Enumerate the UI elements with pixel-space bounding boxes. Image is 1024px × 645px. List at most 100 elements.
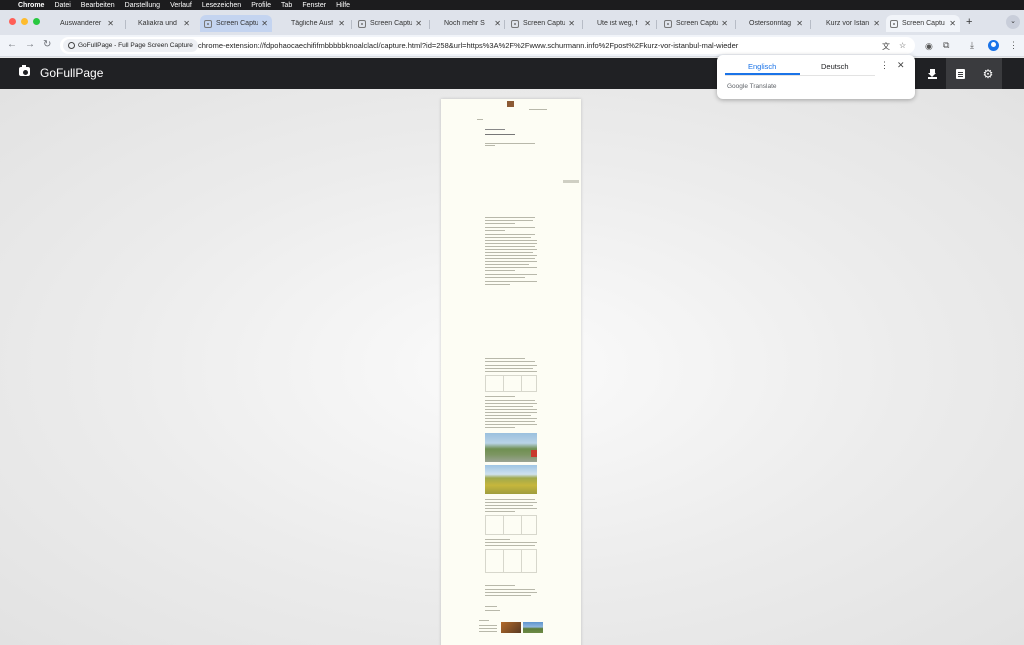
new-tab-button[interactable]: + — [966, 16, 972, 28]
close-tab-icon[interactable]: ✕ — [721, 19, 728, 28]
tab-title: Ute ist weg, f — [597, 20, 638, 27]
tab-11[interactable]: Kurz vor Istan ✕ — [822, 15, 884, 32]
reload-button[interactable]: ↻ — [43, 39, 51, 50]
captured-page-image[interactable] — [441, 99, 581, 645]
menu-hilfe[interactable]: Hilfe — [336, 2, 350, 9]
menu-tab[interactable]: Tab — [281, 2, 292, 9]
site-chip-label: GoFullPage - Full Page Screen Capture — [78, 42, 193, 49]
table-thumbnail — [485, 549, 537, 573]
menu-profile[interactable]: Profile — [251, 2, 271, 9]
close-tab-icon[interactable]: ✕ — [183, 19, 190, 28]
camera-favicon-icon — [204, 19, 212, 28]
google-translate-brand: Google Translate — [727, 83, 777, 90]
profile-avatar[interactable] — [988, 40, 999, 51]
menu-verlauf[interactable]: Verlauf — [170, 2, 192, 9]
tab-9[interactable]: Screen Captu ✕ — [660, 15, 732, 32]
close-tab-icon[interactable]: ✕ — [415, 19, 422, 28]
photo-road-thumbnail — [485, 433, 537, 462]
camera-icon — [19, 65, 30, 76]
url-text[interactable]: chrome-extension://fdpohaocaechififmbbbb… — [198, 41, 738, 50]
close-icon[interactable]: ✕ — [897, 60, 905, 71]
tab-2[interactable]: Kaliakra und ✕ — [134, 15, 194, 32]
menu-datei[interactable]: Datei — [54, 2, 70, 9]
table-thumbnail — [485, 515, 537, 535]
extension-icon — [68, 42, 75, 49]
menu-bearbeiten[interactable]: Bearbeiten — [81, 2, 115, 9]
zoom-window-button[interactable] — [33, 18, 40, 25]
table-thumbnail — [485, 375, 537, 392]
tab-title: Tägliche Ausf — [291, 20, 334, 27]
tab-6[interactable]: Noch mehr S ✕ — [440, 15, 505, 32]
tab-title: Ostersonntag — [749, 20, 792, 27]
camera-favicon-icon — [890, 19, 898, 28]
tab-search-button[interactable]: ⌄ — [1006, 15, 1020, 29]
download-button[interactable] — [918, 58, 946, 89]
camera-favicon-icon — [664, 19, 672, 28]
tab-title: Screen Captu — [523, 20, 566, 27]
translate-source-tab[interactable]: Englisch — [748, 62, 776, 71]
bookmark-star-icon[interactable]: ☆ — [899, 41, 906, 50]
document-icon — [955, 68, 965, 79]
translate-target-tab[interactable]: Deutsch — [821, 62, 849, 71]
tab-title: Kurz vor Istan — [826, 20, 870, 27]
app-title: GoFullPage — [40, 66, 104, 80]
tab-8[interactable]: Ute ist weg, f ✕ — [593, 15, 655, 32]
tab-5[interactable]: Screen Captu ✕ — [354, 15, 426, 32]
tab-10[interactable]: Ostersonntag ✕ — [745, 15, 807, 32]
more-options-icon[interactable]: ⋮ — [880, 60, 889, 71]
menu-lesezeichen[interactable]: Lesezeichen — [202, 2, 241, 9]
tab-title: Screen Captu — [902, 20, 945, 27]
more-menu-icon[interactable]: ⋮ — [1009, 40, 1018, 51]
screenshot-extension-icon[interactable]: ◉ — [925, 41, 933, 52]
tab-title: Screen Captu — [370, 20, 413, 27]
tab-title: Noch mehr S — [444, 20, 485, 27]
close-window-button[interactable] — [9, 18, 16, 25]
back-button[interactable]: ← — [7, 39, 17, 50]
tab-title: Screen Captu — [676, 20, 719, 27]
tab-title: Auswanderer — [60, 20, 102, 27]
tab-4[interactable]: Tägliche Ausf ✕ — [287, 15, 349, 32]
extensions-puzzle-icon[interactable]: ⧉ — [943, 40, 949, 51]
close-tab-icon[interactable]: ✕ — [107, 19, 114, 28]
forward-button[interactable]: → — [25, 39, 35, 50]
pdf-button[interactable] — [946, 58, 974, 89]
window-controls — [9, 18, 40, 25]
close-tab-icon[interactable]: ✕ — [261, 19, 268, 28]
tab-title: Screen Captu — [216, 20, 259, 27]
tab-strip: Auswanderer ✕ Kaliakra und ✕ Screen Captu ✕… — [0, 10, 1024, 35]
capture-canvas — [0, 89, 1024, 645]
related-post-thumbnail — [501, 622, 521, 633]
download-icon[interactable]: ⤓ — [970, 40, 974, 51]
close-tab-icon[interactable]: ✕ — [494, 19, 501, 28]
site-info-chip[interactable]: GoFullPage - Full Page Screen Capture — [63, 39, 198, 52]
minimize-window-button[interactable] — [21, 18, 28, 25]
close-tab-icon[interactable]: ✕ — [873, 19, 880, 28]
download-arrow-icon — [927, 68, 937, 79]
gear-icon: ⚙ — [982, 66, 994, 81]
related-post-thumbnail — [523, 622, 543, 633]
menu-darstellung[interactable]: Darstellung — [125, 2, 160, 9]
tab-1[interactable]: Auswanderer ✕ — [56, 15, 118, 32]
tab-3[interactable]: Screen Captu ✕ — [200, 15, 272, 32]
close-tab-icon[interactable]: ✕ — [796, 19, 803, 28]
address-bar[interactable]: GoFullPage - Full Page Screen Capture ch… — [60, 37, 915, 54]
translate-popup: Englisch Deutsch ⋮ ✕ Google Translate — [717, 55, 915, 99]
translate-icon[interactable]: 文 — [882, 41, 890, 52]
sidebar-thumbnail — [563, 180, 579, 183]
browser-toolbar: ← → ↻ GoFullPage - Full Page Screen Capt… — [0, 35, 1024, 57]
close-tab-icon[interactable]: ✕ — [644, 19, 651, 28]
site-logo-thumbnail — [507, 101, 514, 107]
close-tab-icon[interactable]: ✕ — [568, 19, 575, 28]
macos-menu-bar: Chrome Datei Bearbeiten Darstellung Verl… — [0, 0, 1024, 10]
close-tab-icon[interactable]: ✕ — [338, 19, 345, 28]
close-tab-icon[interactable]: ✕ — [949, 19, 956, 28]
menu-fenster[interactable]: Fenster — [302, 2, 326, 9]
camera-favicon-icon — [511, 19, 519, 28]
tab-title: Kaliakra und — [138, 20, 177, 27]
photo-field-thumbnail — [485, 465, 537, 494]
tab-7[interactable]: Screen Captu ✕ — [507, 15, 579, 32]
settings-button[interactable]: ⚙ — [974, 58, 1002, 89]
camera-favicon-icon — [358, 19, 366, 28]
menu-app-name[interactable]: Chrome — [18, 2, 44, 9]
tab-12-active[interactable]: Screen Captu ✕ — [886, 15, 960, 32]
